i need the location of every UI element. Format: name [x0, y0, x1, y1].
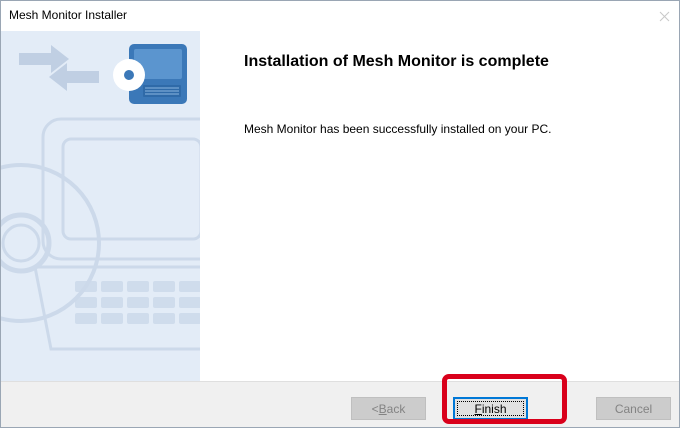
- cancel-button[interactable]: Cancel: [596, 397, 671, 420]
- cancel-button-label: Cancel: [614, 401, 653, 416]
- close-icon: [659, 11, 669, 21]
- completion-message: Mesh Monitor has been successfully insta…: [244, 122, 552, 136]
- keyboard-illustration: [75, 281, 200, 324]
- back-button-prefix: <: [371, 401, 379, 416]
- close-button[interactable]: [649, 1, 679, 31]
- title-bar: Mesh Monitor Installer: [1, 1, 679, 31]
- back-button-label: ack: [386, 401, 406, 416]
- transfer-arrows-icon: [19, 45, 99, 91]
- installer-window: Mesh Monitor Installer Installation of M…: [0, 0, 680, 428]
- finish-button[interactable]: Finish: [453, 397, 528, 420]
- button-bar: < Back Finish Cancel: [1, 381, 679, 427]
- back-button[interactable]: < Back: [351, 397, 426, 420]
- computer-disc-icon: [113, 44, 187, 104]
- completion-heading: Installation of Mesh Monitor is complete: [244, 53, 549, 70]
- wizard-banner-graphic: [1, 44, 200, 351]
- wizard-content: Installation of Mesh Monitor is complete…: [200, 31, 679, 381]
- finish-button-label: inish: [481, 401, 507, 416]
- wizard-side-panel: [1, 31, 200, 381]
- back-button-mnemonic: B: [378, 401, 387, 416]
- finish-button-mnemonic: F: [474, 401, 482, 416]
- window-title: Mesh Monitor Installer: [9, 8, 128, 22]
